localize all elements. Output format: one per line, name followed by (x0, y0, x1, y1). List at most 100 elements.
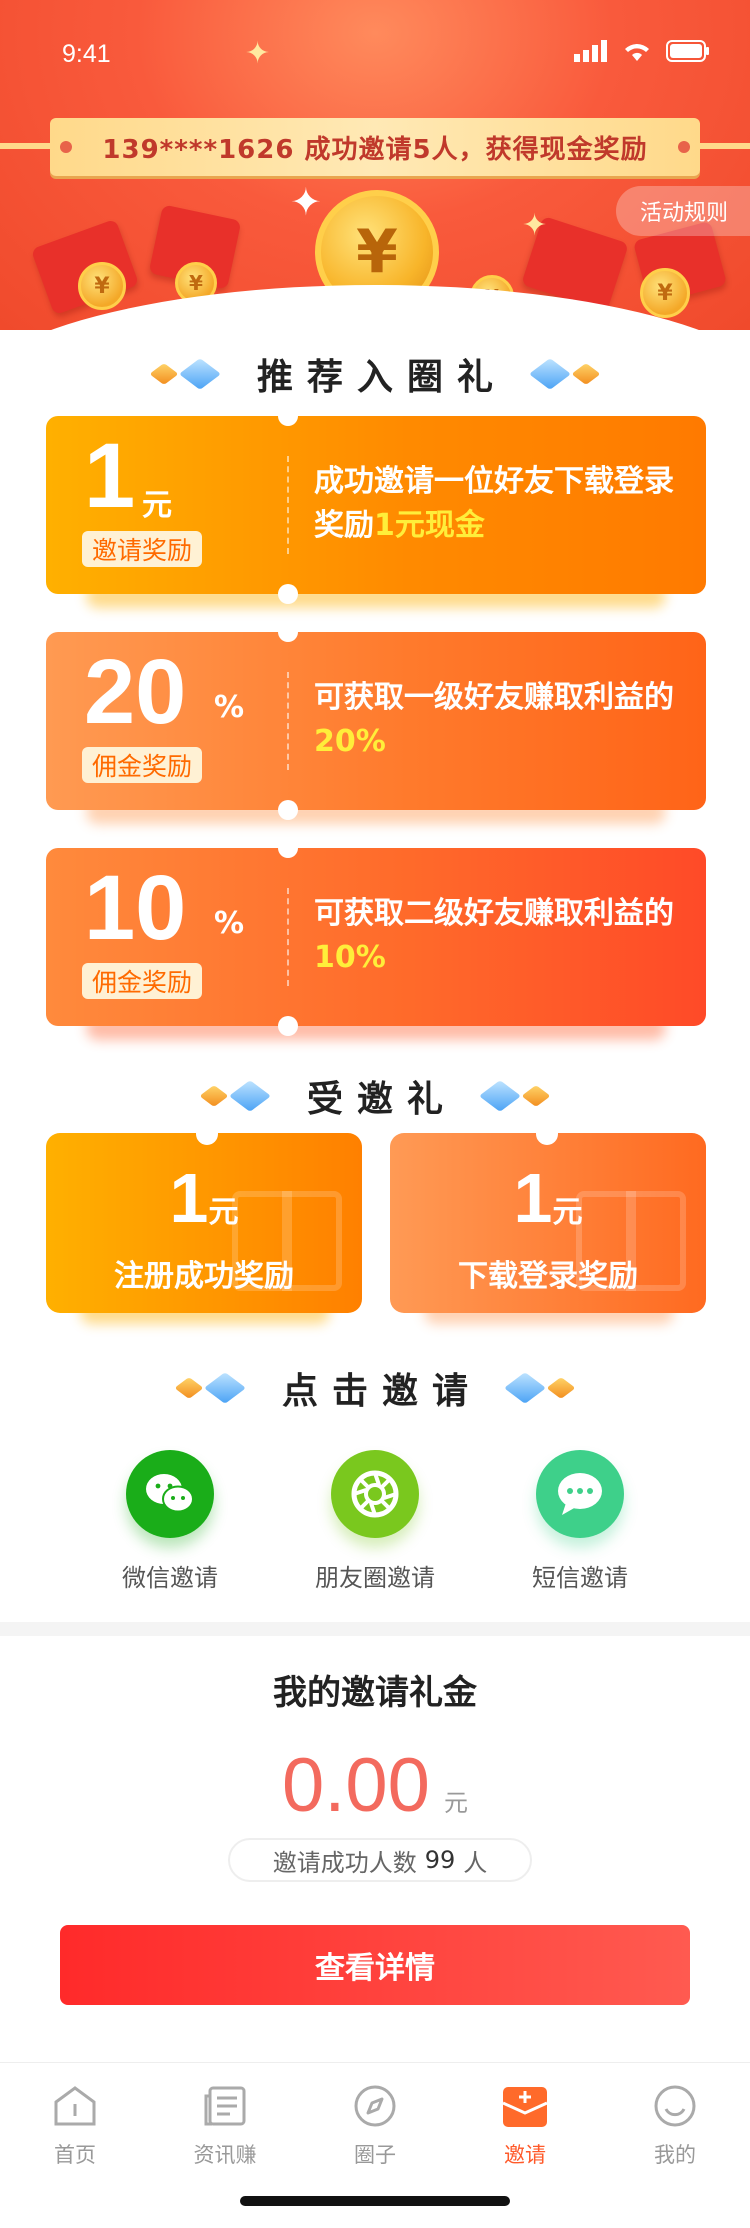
invitee-amount: 1元 (513, 1159, 583, 1237)
profile-icon (650, 2081, 700, 2131)
reward-card-level2: 10 % 佣金奖励 可获取二级好友赚取利益的10% (46, 838, 706, 1040)
winner-banner: 139****1626 成功邀请5人，获得现金奖励 (50, 118, 700, 176)
reward-highlight: 1元现金 (374, 508, 485, 543)
invitee-unit: 元 (208, 1196, 239, 1229)
wifi-icon (625, 44, 649, 61)
cube-icon (479, 1080, 521, 1112)
sparkle-icon: ✦ (522, 208, 548, 243)
invite-icon (500, 2081, 550, 2131)
invite-count: 99 (424, 1846, 456, 1874)
reward-unit: 元 (142, 488, 172, 523)
share-sms[interactable]: 短信邀请 (500, 1450, 660, 1593)
cube-icon (199, 1085, 229, 1107)
reward-tag: 佣金奖励 (82, 963, 203, 999)
reward-description: 可获取一级好友赚取利益的20% (314, 680, 674, 759)
status-time: 9:41 (62, 40, 111, 68)
share-options: 微信邀请 朋友圈邀请 短信邀请 (0, 1450, 750, 1593)
ticket-edge (700, 646, 706, 796)
invitee-label: 下载登录奖励 (458, 1259, 638, 1294)
share-wechat[interactable]: 微信邀请 (90, 1450, 250, 1593)
coin-icon: ¥ (640, 268, 690, 318)
reward-unit: % (214, 906, 245, 941)
ticket-notch (278, 584, 298, 604)
tab-circle[interactable]: 圈子 (300, 2081, 450, 2169)
wechat-icon (126, 1450, 214, 1538)
balance-unit: 元 (443, 1789, 468, 1817)
reward-highlight: 20% (314, 724, 386, 759)
reward-card-invite: 1 元 邀请奖励 成功邀请一位好友下载登录奖励1元现金 (46, 406, 706, 608)
cube-icon (149, 363, 179, 385)
hero-banner: ¥ ¥ ¥ ¥ ¥ ✦ ✦ ✦ 9:41 139****1626 成功邀请5人，… (0, 0, 750, 330)
card-notch (536, 1133, 558, 1145)
winner-banner-text: 139****1626 成功邀请5人，获得现金奖励 (102, 134, 648, 165)
tab-home[interactable]: 首页 (0, 2081, 150, 2169)
sparkle-icon: ✦ (290, 180, 322, 224)
balance-amount: 0.00 (282, 1743, 430, 1828)
cube-icon (229, 1080, 271, 1112)
reward-card-level1: 20 % 佣金奖励 可获取一级好友赚取利益的20% (46, 622, 706, 824)
reward-highlight: 10% (314, 940, 386, 975)
tab-label: 我的 (654, 2143, 696, 2167)
view-details-button[interactable]: 查看详情 (60, 1925, 690, 2005)
tab-label: 圈子 (354, 2143, 396, 2167)
share-moments[interactable]: 朋友圈邀请 (295, 1450, 455, 1593)
reward-tag: 邀请奖励 (82, 531, 203, 567)
share-section-title: 点击邀请 (0, 1362, 750, 1414)
cube-icon (546, 1377, 576, 1399)
reward-tag: 佣金奖励 (82, 747, 203, 783)
ticket-divider (287, 456, 289, 554)
ticket-notch (278, 838, 298, 858)
cube-icon (204, 1372, 246, 1404)
tab-news[interactable]: 资讯赚 (150, 2081, 300, 2169)
signal-icon (574, 40, 607, 62)
home-icon (50, 2081, 100, 2131)
ticket-notch (278, 800, 298, 820)
tab-profile[interactable]: 我的 (600, 2081, 750, 2169)
ticket-edge (700, 862, 706, 1012)
cube-icon (529, 358, 571, 390)
section-divider (0, 1622, 750, 1636)
invite-page: ¥ ¥ ¥ ¥ ¥ ✦ ✦ ✦ 9:41 139****1626 成功邀请5人，… (0, 0, 750, 2228)
coin-icon: ¥ (78, 262, 126, 310)
status-icons (574, 40, 710, 62)
reward-amount: 10 (84, 857, 187, 959)
section-title-text: 点击邀请 (281, 1371, 482, 1412)
sparkle-icon: ✦ (245, 36, 271, 71)
ticket-edge (700, 430, 706, 580)
card-notch (196, 1133, 218, 1145)
reward-amount: 1 (84, 425, 136, 527)
cube-icon (179, 358, 221, 390)
invitee-amount: 1元 (169, 1159, 239, 1237)
reward-balance: 0.00 元 (0, 1742, 750, 1829)
tab-label: 资讯赚 (193, 2143, 257, 2167)
invite-count-prefix: 邀请成功人数 (272, 1848, 417, 1877)
tab-invite[interactable]: 邀请 (450, 2081, 600, 2169)
invite-count-suffix: 人 (463, 1848, 488, 1877)
cube-icon (504, 1372, 546, 1404)
referral-section-title: 推荐入圈礼 (0, 348, 750, 400)
invitee-card-login: 1元 下载登录奖励 (390, 1133, 706, 1313)
invitee-section-title: 受邀礼 (0, 1070, 750, 1122)
reward-description: 可获取二级好友赚取利益的10% (314, 896, 674, 975)
share-label: 微信邀请 (122, 1564, 218, 1592)
section-title-text: 受邀礼 (306, 1079, 457, 1120)
cube-icon (174, 1377, 204, 1399)
cube-icon (571, 363, 601, 385)
tab-label: 首页 (54, 2143, 96, 2167)
invitee-label: 注册成功奖励 (114, 1259, 294, 1294)
invitee-unit: 元 (552, 1196, 583, 1229)
ticket-divider (287, 672, 289, 770)
tab-label: 邀请 (504, 2143, 546, 2167)
news-icon (200, 2081, 250, 2131)
reward-description: 成功邀请一位好友下载登录奖励1元现金 (314, 464, 674, 543)
home-indicator (240, 2196, 510, 2206)
share-label: 短信邀请 (532, 1564, 628, 1592)
ticket-notch (278, 406, 298, 426)
invitee-card-register: 1元 注册成功奖励 (46, 1133, 362, 1313)
share-label: 朋友圈邀请 (315, 1564, 435, 1592)
sms-icon (536, 1450, 624, 1538)
ticket-notch (278, 1016, 298, 1036)
section-title-text: 推荐入圈礼 (256, 357, 507, 398)
ticket-divider (287, 888, 289, 986)
activity-rules-button[interactable]: 活动规则 (615, 186, 750, 236)
